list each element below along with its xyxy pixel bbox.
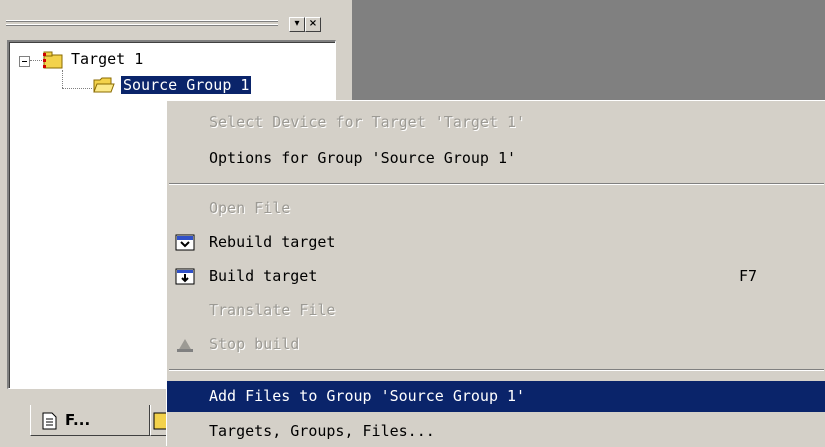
menu-item-open-file: Open File [209, 199, 291, 217]
build-icon [175, 268, 195, 285]
tree-node-label: Source Group 1 [121, 76, 252, 94]
menu-item-translate-file: Translate File [209, 301, 336, 319]
rebuild-icon [175, 234, 195, 251]
menu-item-stop-build: Stop build [167, 329, 825, 360]
menu-separator [169, 183, 824, 185]
stop-build-icon [177, 339, 193, 352]
menu-separator [169, 369, 824, 371]
files-icon [42, 412, 57, 430]
target-icon [43, 51, 63, 69]
tree-node-target[interactable]: Target 1 [71, 50, 143, 68]
tree-node-label: Target 1 [71, 50, 144, 68]
context-menu: Select Device for Target 'Target 1' Opti… [166, 100, 825, 446]
menu-item-targets-groups-files[interactable]: Targets, Groups, Files... [167, 416, 825, 447]
menu-item-add-files[interactable]: Add Files to Group 'Source Group 1' [167, 381, 825, 412]
tab-label: F... [65, 411, 91, 429]
shortcut-label: F7 [739, 267, 758, 285]
pane-close-button[interactable]: × [305, 17, 321, 32]
collapse-toggle-icon[interactable] [19, 56, 30, 67]
menu-item-rebuild-target[interactable]: Rebuild target [167, 227, 825, 258]
folder-icon [93, 77, 115, 93]
menu-item-build-target[interactable]: Build target F7 [167, 261, 825, 292]
pane-menu-button[interactable]: ▾ [289, 17, 305, 32]
tab-files[interactable]: F... [30, 405, 150, 436]
pane-grip[interactable] [6, 20, 278, 29]
tree-node-source-group[interactable]: Source Group 1 [121, 76, 252, 94]
menu-item-select-device: Select Device for Target 'Target 1' [209, 113, 526, 131]
menu-item-options-for-group[interactable]: Options for Group 'Source Group 1' [167, 143, 825, 174]
